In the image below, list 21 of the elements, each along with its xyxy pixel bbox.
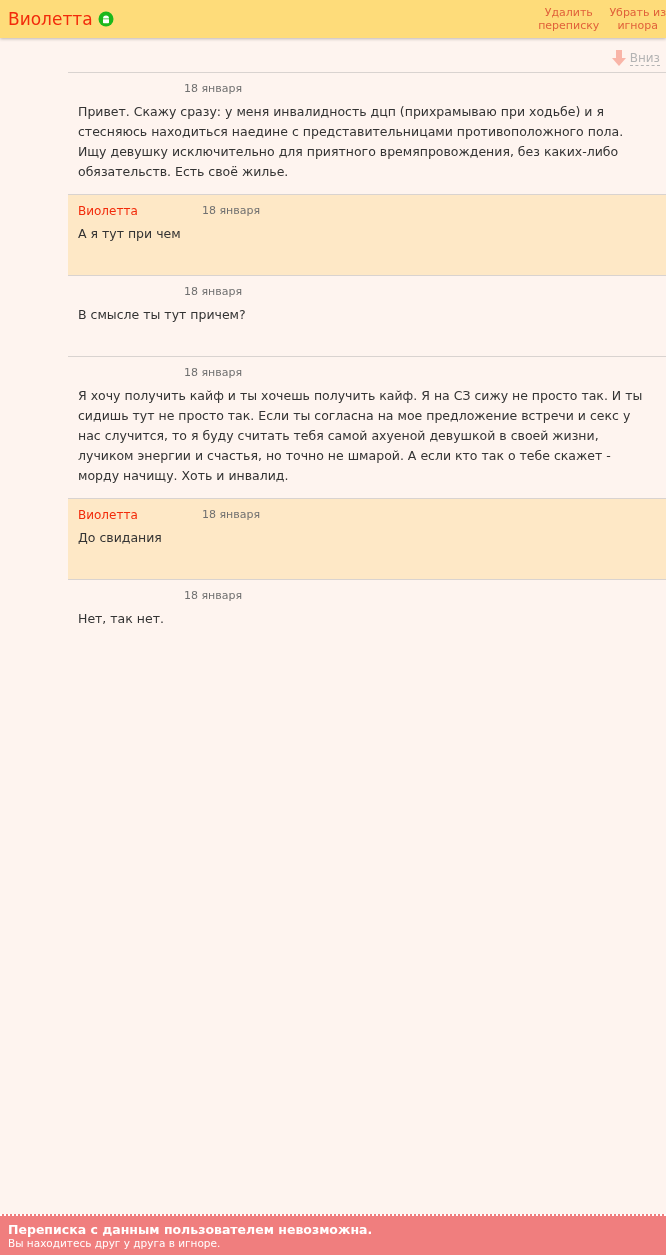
header-link[interactable]: Убрать из игнора — [609, 6, 666, 32]
sender-name: Виолетта — [78, 508, 139, 522]
message-text: Нет, так нет. — [78, 610, 165, 628]
message-text: Я хочу получить кайф и ты хочешь получить кайф. Я на СЗ сижу не просто так. И ты сидишь тут не просто так. Если ты согласна на мое предложение встречи и секс у нас случится, то я буду считать тебя самой ахуеной девушкой в своей жизни, лучиком энергии и счастья, но точно не шмарой. А если кто так о тебе скажет - морду начищу. Хоть и инвалид. — [78, 387, 644, 485]
scroll-down-link[interactable]: Вниз — [611, 50, 660, 66]
message-text: В смысле ты тут причем? — [78, 306, 247, 324]
message-text: До свидания — [78, 529, 163, 547]
message-text: А я тут при чем — [78, 225, 182, 243]
contact-name: Виолетта — [8, 9, 93, 29]
notice-title: Переписка с данным пользователем невозможна. — [8, 1222, 374, 1237]
message-date: 18 января — [184, 366, 243, 380]
message-date: 18 января — [202, 508, 261, 522]
message-date: 18 января — [202, 204, 261, 218]
message-text: Привет. Скажу сразу: у меня инвалидность дцп (прихрамываю при ходьбе) и я стесняюсь находиться наедине с представительницами противоположного пола. Ищу девушку исключительно для приятного времяпровождения, без каких-либо обязательств. Есть своё жилье. — [78, 103, 625, 181]
sender-name: Виолетта — [78, 204, 139, 218]
message-date: 18 января — [184, 589, 243, 603]
header-link[interactable]: Удалить переписку — [538, 6, 600, 32]
down-arrow-icon — [611, 50, 626, 66]
notice-subtitle: Вы находитесь друг у друга в игноре. — [8, 1237, 222, 1249]
message-date: 18 января — [184, 285, 243, 299]
message-date: 18 января — [184, 82, 243, 96]
